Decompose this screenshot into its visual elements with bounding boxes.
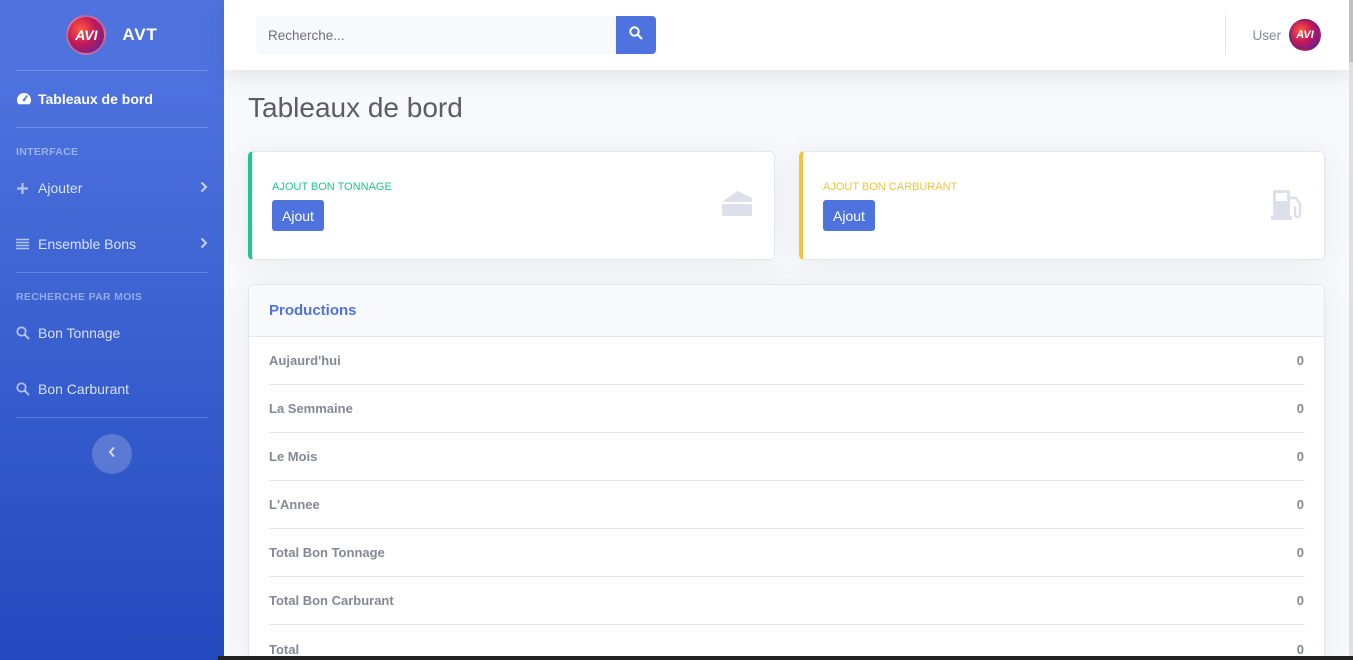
brand[interactable]: AVI AVT: [0, 0, 224, 70]
row-label: L'Annee: [269, 497, 320, 512]
search-button[interactable]: [616, 16, 656, 54]
row-value: 0: [1296, 545, 1304, 560]
productions-title: Productions: [269, 302, 357, 319]
sidebar-item-label: Ensemble Bons: [38, 236, 137, 252]
sidebar-item-bon-tonnage[interactable]: Bon Tonnage: [0, 305, 224, 361]
user-menu[interactable]: User AVI: [1252, 19, 1321, 51]
tachometer-icon: [16, 92, 36, 106]
row-value: 0: [1296, 401, 1304, 416]
list-icon: [16, 238, 36, 250]
sidebar-heading-search: RECHERCHE PAR MOIS: [16, 291, 143, 303]
row-label: La Semmaine: [269, 401, 353, 416]
search-input[interactable]: [256, 16, 616, 54]
search-form: [256, 16, 656, 54]
row-label: Total: [269, 641, 300, 657]
productions-header: Productions: [249, 285, 1324, 337]
row-label: Total Bon Tonnage: [269, 545, 385, 560]
productions-list: Aujaurd'hui 0 La Semmaine 0 Le Mois 0 L'…: [249, 337, 1324, 660]
list-item: La Semmaine 0: [269, 385, 1304, 433]
search-icon: [629, 25, 643, 45]
sidebar-item-bon-carburant[interactable]: Bon Carburant: [0, 361, 224, 417]
chevron-right-icon: [200, 237, 208, 252]
productions-card: Productions Aujaurd'hui 0 La Semmaine 0 …: [248, 284, 1325, 660]
search-icon: [16, 382, 36, 396]
row-label: Total Bon Carburant: [269, 593, 394, 608]
user-name: User: [1252, 27, 1281, 43]
sidebar-divider: [16, 417, 208, 418]
weight-icon: [720, 188, 754, 223]
sidebar: AVI AVT Tableaux de bord INTERFACE Ajout…: [0, 0, 224, 660]
card-label: AJOUT BON CARBURANT: [823, 181, 958, 193]
page-title: Tableaux de bord: [248, 92, 463, 123]
brand-name: AVT: [122, 25, 158, 44]
scrollbar-thumb[interactable]: [1349, 0, 1353, 62]
sidebar-heading-interface: INTERFACE: [16, 146, 79, 158]
scrollbar[interactable]: [1349, 0, 1353, 660]
chevron-left-icon: [108, 445, 116, 463]
row-value: 0: [1296, 497, 1304, 512]
list-item: Aujaurd'hui 0: [269, 337, 1304, 385]
topbar-divider: [1225, 15, 1226, 55]
list-item: Total Bon Tonnage 0: [269, 529, 1304, 577]
list-item: Total Bon Carburant 0: [269, 577, 1304, 625]
plus-icon: [16, 182, 36, 195]
card-ajout-bon-carburant: AJOUT BON CARBURANT Ajout: [799, 151, 1325, 260]
sidebar-item-label: Bon Tonnage: [38, 325, 121, 341]
list-item: Le Mois 0: [269, 433, 1304, 481]
gas-pump-icon: [1270, 188, 1304, 227]
row-value: 0: [1296, 353, 1304, 368]
sidebar-item-label: Tableaux de bord: [38, 91, 153, 107]
row-label: Le Mois: [269, 449, 318, 464]
search-icon: [16, 326, 36, 340]
card-ajout-bon-tonnage: AJOUT BON TONNAGE Ajout: [248, 151, 775, 260]
window-bottom-edge: [218, 656, 1353, 660]
ajout-tonnage-button[interactable]: Ajout: [272, 200, 324, 231]
sidebar-toggle-button[interactable]: [92, 434, 132, 474]
ajout-carburant-button[interactable]: Ajout: [823, 200, 875, 231]
sidebar-item-ajouter[interactable]: Ajouter: [0, 160, 224, 216]
row-label: Aujaurd'hui: [269, 353, 341, 368]
chevron-right-icon: [200, 181, 208, 196]
brand-logo: AVI: [66, 15, 107, 55]
sidebar-item-ensemble-bons[interactable]: Ensemble Bons: [0, 216, 224, 272]
card-label: AJOUT BON TONNAGE: [272, 181, 392, 193]
avatar: AVI: [1289, 19, 1321, 51]
sidebar-item-dashboard[interactable]: Tableaux de bord: [0, 71, 224, 127]
sidebar-item-label: Ajouter: [38, 180, 83, 196]
row-value: 0: [1296, 641, 1304, 657]
sidebar-item-label: Bon Carburant: [38, 381, 130, 397]
topbar: User AVI: [224, 0, 1353, 70]
list-item: Total 0: [269, 625, 1304, 660]
row-value: 0: [1296, 593, 1304, 608]
row-value: 0: [1296, 449, 1304, 464]
list-item: L'Annee 0: [269, 481, 1304, 529]
